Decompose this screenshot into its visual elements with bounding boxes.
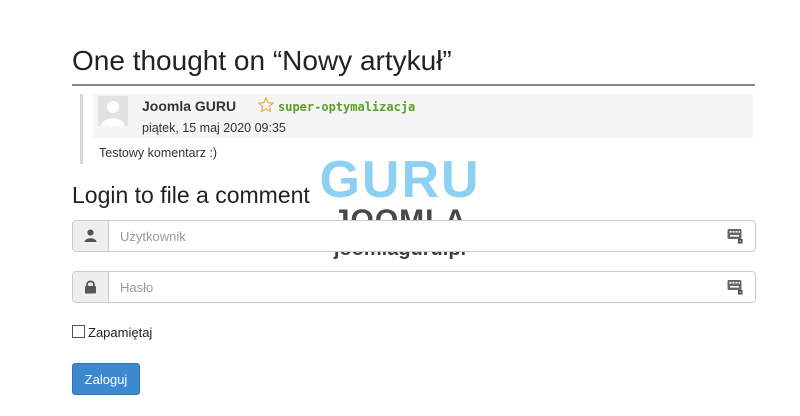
- username-addon: [73, 221, 109, 251]
- user-icon: [84, 229, 97, 242]
- comment-meta: Joomla GURU super-optymalizacja piątek, …: [93, 94, 753, 138]
- login-title: Login to file a comment: [72, 182, 310, 208]
- keyboard-icon[interactable]: [727, 279, 743, 295]
- login-button[interactable]: Zaloguj: [72, 363, 140, 395]
- comments-heading: One thought on “Nowy artykuł”: [72, 44, 755, 86]
- password-input[interactable]: [109, 272, 719, 302]
- password-addon: [73, 272, 109, 302]
- comment-date: piątek, 15 maj 2020 09:35: [142, 121, 286, 135]
- remember-me[interactable]: Zapamiętaj: [72, 325, 152, 340]
- avatar-icon: [98, 96, 128, 126]
- remember-label: Zapamiętaj: [88, 325, 153, 340]
- remember-checkbox[interactable]: [72, 325, 85, 338]
- keyboard-icon[interactable]: [727, 228, 743, 244]
- comment-author-badge: super-optymalizacja: [278, 100, 416, 114]
- username-input[interactable]: [109, 221, 719, 251]
- comment-text: Testowy komentarz :): [99, 146, 218, 160]
- password-group: [72, 271, 756, 303]
- star-icon: [258, 97, 274, 113]
- username-group: [72, 220, 756, 252]
- comment: Joomla GURU super-optymalizacja piątek, …: [80, 94, 755, 164]
- lock-icon: [85, 280, 96, 294]
- comment-author[interactable]: Joomla GURU: [142, 98, 236, 114]
